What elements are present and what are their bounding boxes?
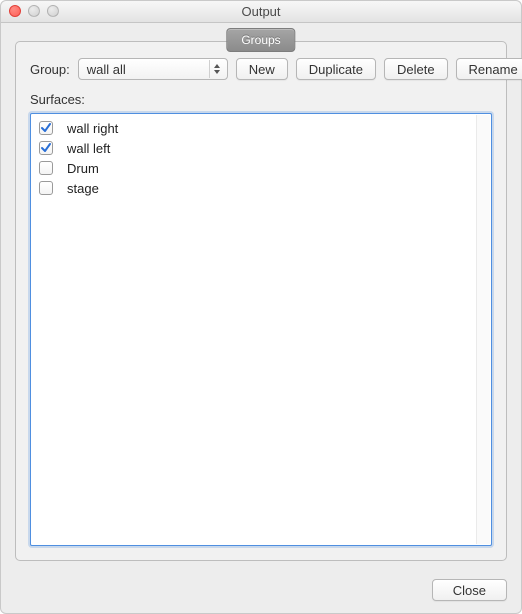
list-item[interactable]: Drum — [31, 158, 491, 178]
list-item[interactable]: stage — [31, 178, 491, 198]
checkbox[interactable] — [39, 181, 53, 195]
footer: Close — [1, 569, 521, 613]
window-controls — [9, 5, 59, 17]
surfaces-label: Surfaces: — [30, 92, 492, 107]
chevron-up-icon — [214, 64, 220, 68]
titlebar[interactable]: Output — [1, 1, 521, 23]
window-body: Groups Group: wall all New Duplicate Del… — [1, 23, 521, 569]
duplicate-button[interactable]: Duplicate — [296, 58, 376, 80]
new-button[interactable]: New — [236, 58, 288, 80]
list-item[interactable]: wall left — [31, 138, 491, 158]
group-select-value: wall all — [87, 62, 126, 77]
list-item-label: wall left — [67, 141, 110, 156]
select-stepper-icon — [209, 60, 225, 78]
group-select[interactable]: wall all — [78, 58, 228, 80]
checkbox[interactable] — [39, 141, 53, 155]
minimize-window-icon[interactable] — [28, 5, 40, 17]
close-window-icon[interactable] — [9, 5, 21, 17]
groups-tabbox: Groups Group: wall all New Duplicate Del… — [15, 41, 507, 561]
delete-button[interactable]: Delete — [384, 58, 448, 80]
group-row: Group: wall all New Duplicate Delete Ren… — [30, 58, 492, 80]
check-icon — [40, 122, 52, 134]
group-label: Group: — [30, 62, 70, 77]
rename-button[interactable]: Rename — [456, 58, 522, 80]
checkbox[interactable] — [39, 121, 53, 135]
surfaces-list[interactable]: wall right wall left Drum — [30, 113, 492, 546]
checkbox[interactable] — [39, 161, 53, 175]
list-item-label: wall right — [67, 121, 118, 136]
list-item-label: stage — [67, 181, 99, 196]
check-icon — [40, 142, 52, 154]
close-button[interactable]: Close — [432, 579, 507, 601]
output-window: Output Groups Group: wall all New Duplic… — [0, 0, 522, 614]
list-item-label: Drum — [67, 161, 99, 176]
tab-groups[interactable]: Groups — [226, 28, 295, 52]
zoom-window-icon[interactable] — [47, 5, 59, 17]
chevron-down-icon — [214, 70, 220, 74]
list-item[interactable]: wall right — [31, 118, 491, 138]
window-title: Output — [1, 1, 521, 23]
